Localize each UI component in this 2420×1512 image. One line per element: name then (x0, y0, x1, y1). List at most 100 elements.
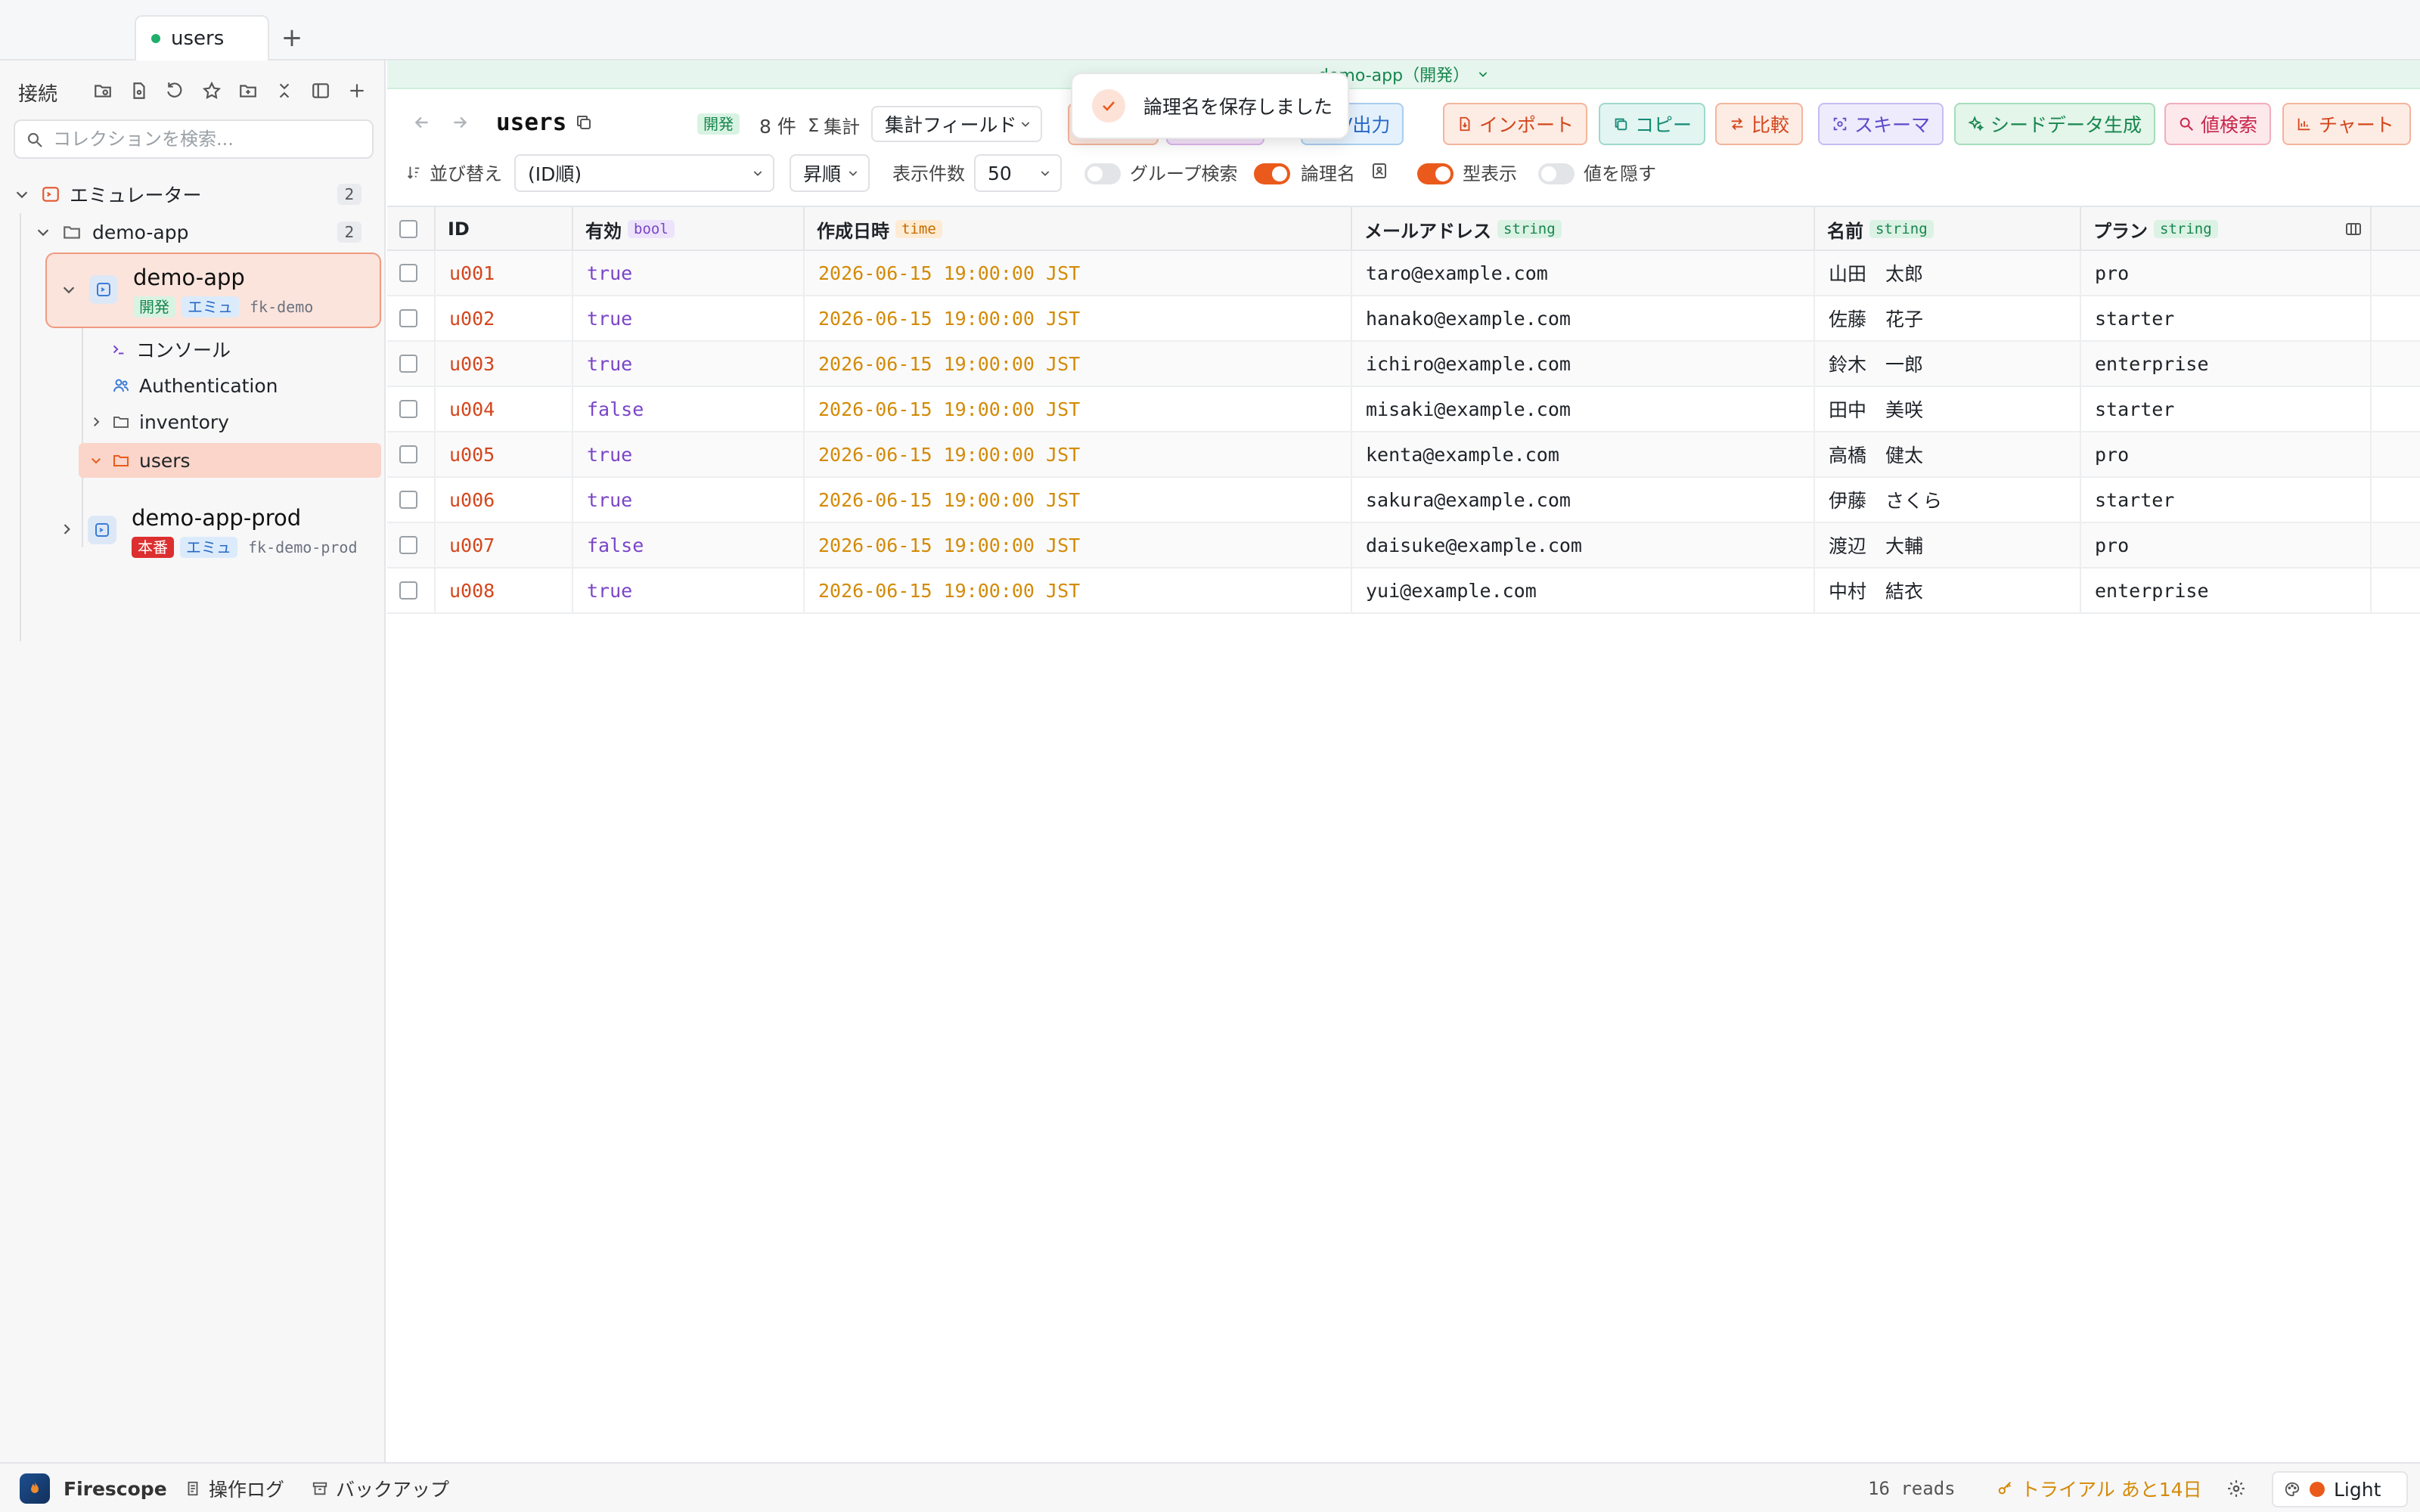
file-icon[interactable] (121, 74, 157, 107)
row-checkbox[interactable] (399, 536, 417, 554)
table-cell[interactable]: ichiro@example.com (1352, 342, 1815, 386)
theme-switcher[interactable]: Light (2272, 1471, 2408, 1507)
column-header[interactable]: 有効 bool (573, 207, 805, 251)
star-icon[interactable] (194, 74, 230, 107)
table-cell[interactable]: true (573, 478, 805, 522)
type-display-toggle[interactable] (1417, 163, 1454, 184)
table-cell[interactable]: 伊藤 さくら (1815, 478, 2081, 522)
table-cell[interactable]: u001 (436, 251, 573, 295)
table-cell[interactable]: true (573, 342, 805, 386)
hide-values-toggle[interactable] (1538, 163, 1575, 184)
operation-log-button[interactable]: 操作ログ (185, 1464, 284, 1512)
logical-name-toggle[interactable] (1254, 163, 1290, 184)
table-cell[interactable]: sakura@example.com (1352, 478, 1815, 522)
add-connection-icon[interactable] (339, 74, 375, 107)
table-cell[interactable]: 2026-06-15 19:00:00 JST (805, 569, 1352, 612)
row-checkbox[interactable] (399, 355, 417, 373)
table-cell[interactable]: 2026-06-15 19:00:00 JST (805, 296, 1352, 340)
table-cell[interactable]: true (573, 296, 805, 340)
table-cell[interactable]: false (573, 387, 805, 431)
tree-group-emulator[interactable]: エミュレーター 2 (14, 175, 377, 213)
column-header[interactable]: 作成日時 time (805, 207, 1352, 251)
sort-field-select[interactable]: (ID順) (514, 154, 774, 192)
table-cell[interactable]: true (573, 432, 805, 476)
folder-search-icon[interactable] (85, 74, 121, 107)
table-cell[interactable]: yui@example.com (1352, 569, 1815, 612)
compare-button[interactable]: 比較 (1715, 103, 1804, 145)
tab-users[interactable]: users (135, 15, 269, 60)
row-checkbox[interactable] (399, 445, 417, 463)
trial-status[interactable]: トライアル あと14日 (1996, 1464, 2202, 1512)
seed-data-button[interactable]: シードデータ生成 (1954, 103, 2156, 145)
back-button[interactable] (407, 107, 437, 138)
import-button[interactable]: インポート (1443, 103, 1588, 145)
tree-item-console[interactable]: コンソール (110, 334, 231, 364)
backup-button[interactable]: バックアップ (312, 1464, 449, 1512)
undo-icon[interactable] (157, 74, 194, 107)
table-cell[interactable]: u008 (436, 569, 573, 612)
row-checkbox[interactable] (399, 581, 417, 600)
tree-item-authentication[interactable]: Authentication (112, 370, 278, 401)
table-cell[interactable]: 2026-06-15 19:00:00 JST (805, 478, 1352, 522)
forward-button[interactable] (445, 107, 475, 138)
table-cell[interactable]: 佐藤 花子 (1815, 296, 2081, 340)
table-cell[interactable]: misaki@example.com (1352, 387, 1815, 431)
table-cell[interactable]: true (573, 569, 805, 612)
table-cell[interactable]: 鈴木 一郎 (1815, 342, 2081, 386)
chart-button[interactable]: チャート (2282, 103, 2411, 145)
connection-banner[interactable]: demo-app（開発） (387, 60, 2420, 89)
table-cell[interactable]: 山田 太郎 (1815, 251, 2081, 295)
table-row[interactable]: u002 true 2026-06-15 19:00:00 JST hanako@ex… (387, 296, 2420, 342)
table-cell[interactable]: u004 (436, 387, 573, 431)
group-search-toggle[interactable] (1084, 163, 1121, 184)
sort-order-select[interactable]: 昇順 (790, 154, 870, 192)
page-size-select[interactable]: 50 (974, 154, 1062, 192)
table-cell[interactable]: u007 (436, 523, 573, 567)
table-cell[interactable]: daisuke@example.com (1352, 523, 1815, 567)
row-checkbox[interactable] (399, 400, 417, 418)
table-cell[interactable]: 2026-06-15 19:00:00 JST (805, 387, 1352, 431)
table-row[interactable]: u006 true 2026-06-15 19:00:00 JST sakura@ex… (387, 478, 2420, 523)
copy-button[interactable]: コピー (1599, 103, 1706, 145)
new-folder-icon[interactable] (230, 74, 266, 107)
row-checkbox[interactable] (399, 309, 417, 327)
new-tab-button[interactable]: + (277, 23, 307, 53)
tree-item-inventory[interactable]: inventory (89, 407, 229, 437)
table-cell[interactable]: kenta@example.com (1352, 432, 1815, 476)
id-card-icon[interactable] (1370, 162, 1388, 180)
project-demo-app[interactable]: demo-app 開発 エミュ fk-demo (45, 253, 381, 328)
table-row[interactable]: u003 true 2026-06-15 19:00:00 JST ichiro@ex… (387, 342, 2420, 387)
table-row[interactable]: u004 false 2026-06-15 19:00:00 JST misaki@e… (387, 387, 2420, 432)
table-cell[interactable]: u002 (436, 296, 573, 340)
column-header[interactable]: ID (436, 207, 573, 251)
table-cell[interactable]: 2026-06-15 19:00:00 JST (805, 523, 1352, 567)
select-all-checkbox[interactable] (399, 220, 417, 238)
table-cell[interactable]: u003 (436, 342, 573, 386)
table-cell[interactable]: 2026-06-15 19:00:00 JST (805, 432, 1352, 476)
table-row[interactable]: u008 true 2026-06-15 19:00:00 JST yui@examp… (387, 569, 2420, 614)
row-checkbox[interactable] (399, 264, 417, 282)
table-cell[interactable]: 渡辺 大輔 (1815, 523, 2081, 567)
collapse-all-icon[interactable] (266, 74, 302, 107)
table-cell[interactable]: false (573, 523, 805, 567)
table-row[interactable]: u007 false 2026-06-15 19:00:00 JST daisuke@… (387, 523, 2420, 569)
table-cell[interactable]: hanako@example.com (1352, 296, 1815, 340)
column-header[interactable]: 名前 string (1815, 207, 2081, 251)
collection-search-input[interactable] (53, 129, 355, 150)
project-demo-app-prod[interactable]: demo-app-prod 本番 エミュ fk-demo-prod (45, 494, 381, 570)
table-cell[interactable]: 高橋 健太 (1815, 432, 2081, 476)
table-row[interactable]: u001 true 2026-06-15 19:00:00 JST taro@exam… (387, 251, 2420, 296)
table-cell[interactable]: u006 (436, 478, 573, 522)
table-cell[interactable]: u005 (436, 432, 573, 476)
schema-button[interactable]: スキーマ (1818, 103, 1944, 145)
column-header[interactable]: メールアドレス string (1352, 207, 1815, 251)
value-search-button[interactable]: 値検索 (2164, 103, 2272, 145)
settings-button[interactable] (2226, 1464, 2246, 1512)
tree-folder-demo-app[interactable]: demo-app 2 (35, 213, 377, 251)
tree-item-users[interactable]: users (79, 443, 381, 478)
table-cell[interactable]: 田中 美咲 (1815, 387, 2081, 431)
table-cell[interactable]: 2026-06-15 19:00:00 JST (805, 342, 1352, 386)
aggregate-field-select[interactable]: 集計フィールド (871, 106, 1042, 142)
table-cell[interactable]: 中村 結衣 (1815, 569, 2081, 612)
table-cell[interactable]: true (573, 251, 805, 295)
